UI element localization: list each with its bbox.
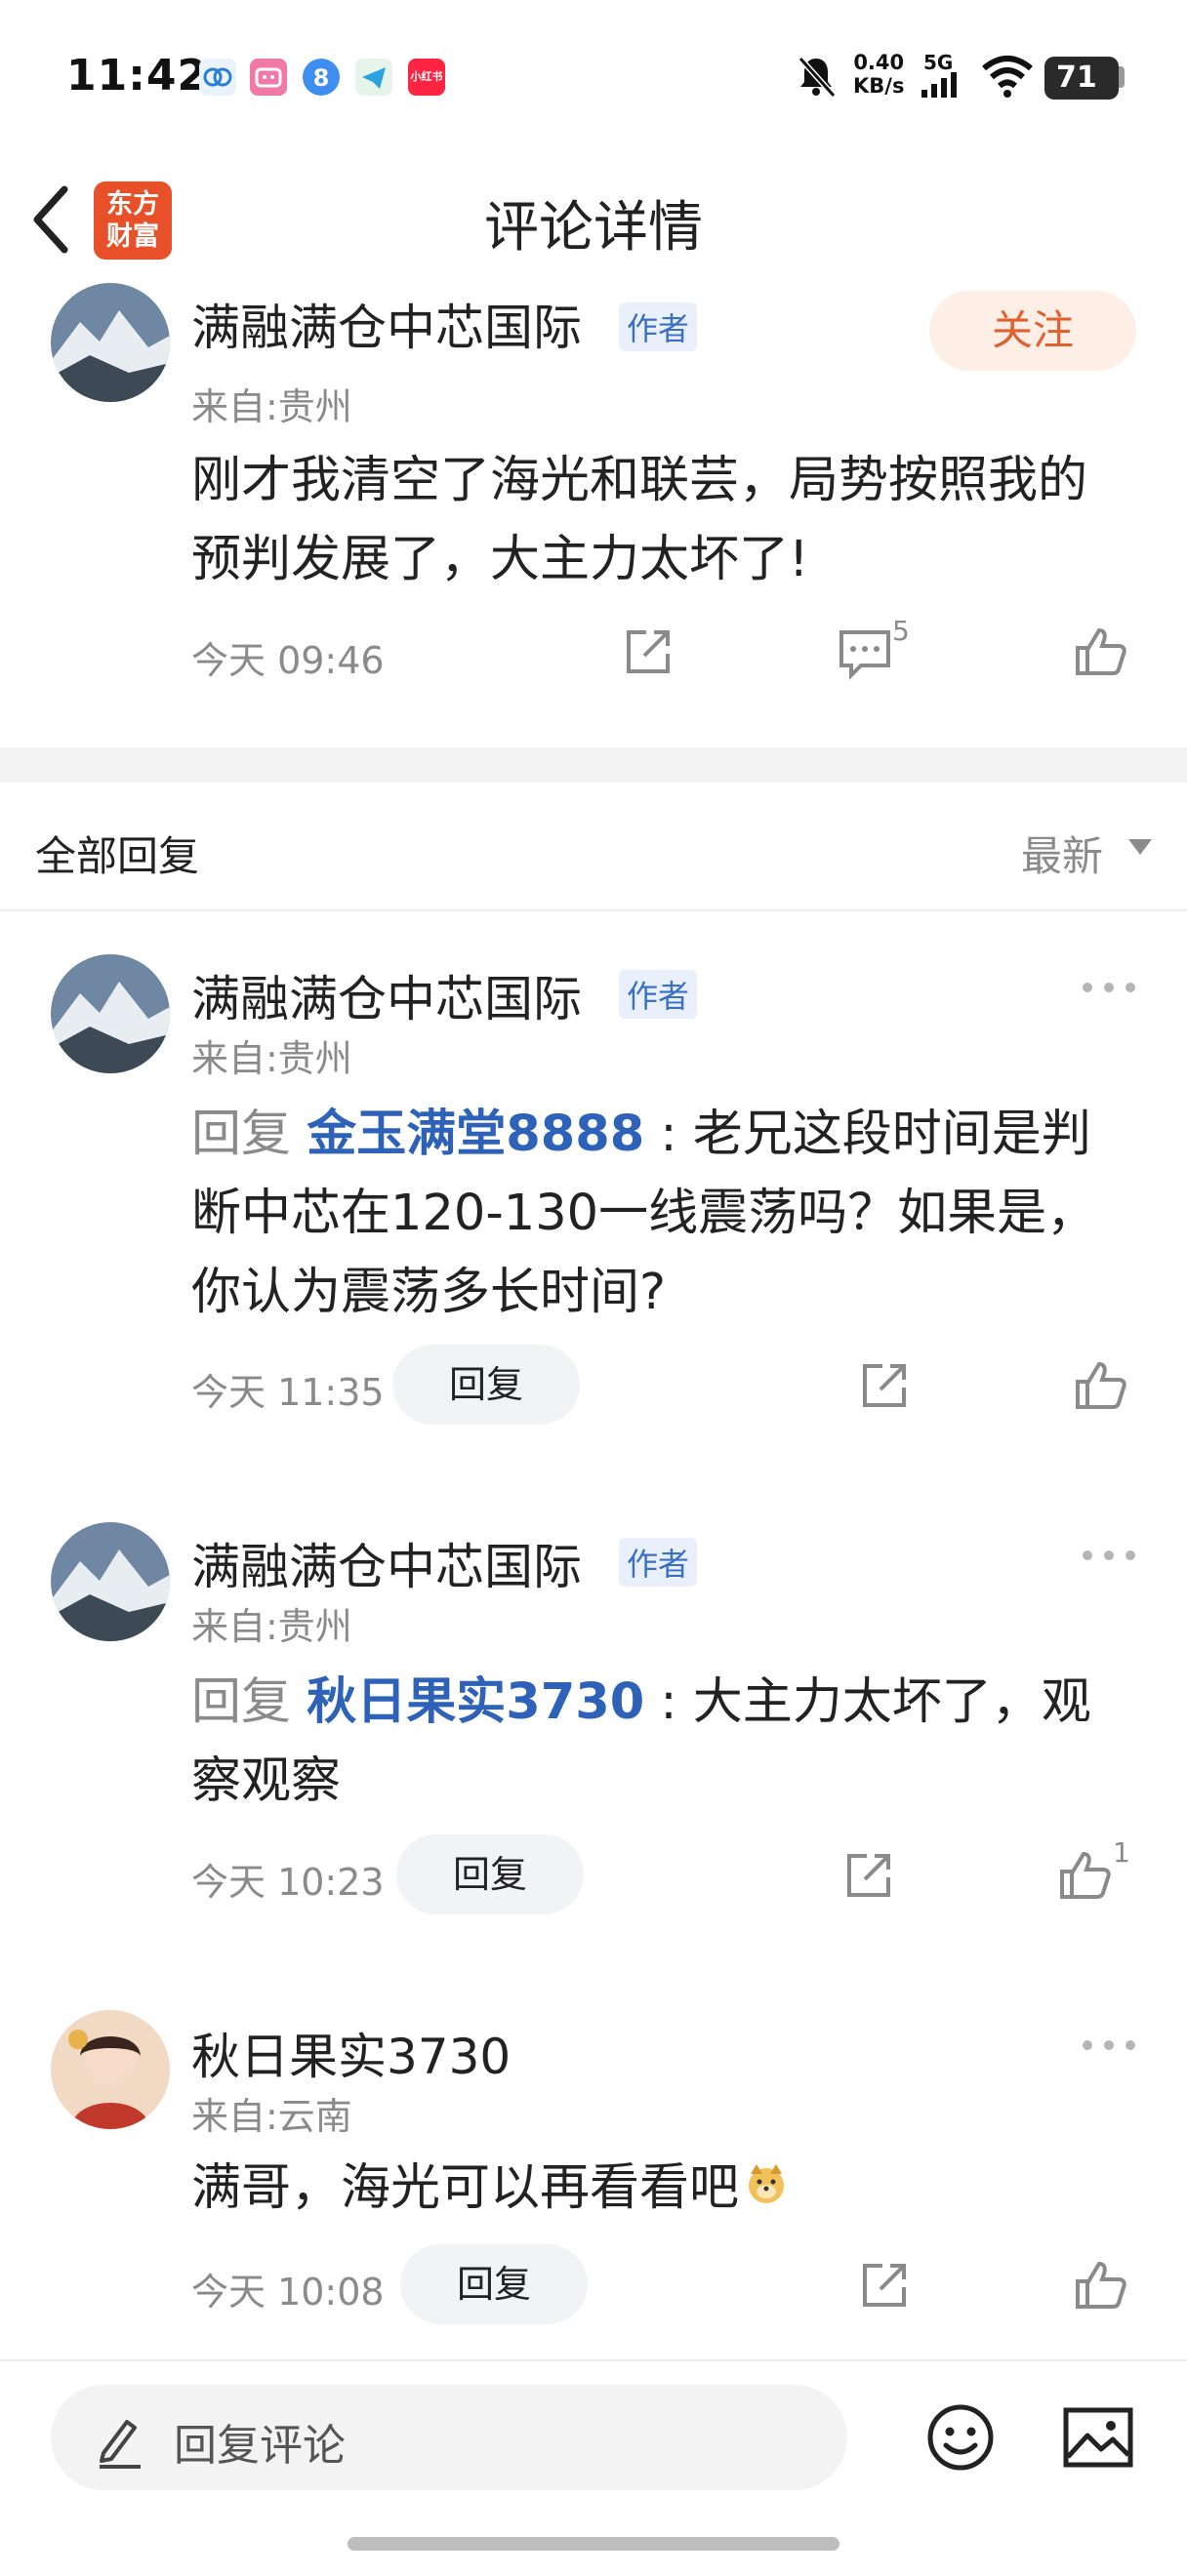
pencil-icon <box>94 2410 146 2473</box>
bilibili-icon <box>250 59 287 96</box>
avatar[interactable] <box>51 954 170 1073</box>
bottom-divider <box>0 2359 1187 2361</box>
reply-input-placeholder[interactable]: 回复评论 <box>174 2410 346 2473</box>
like-icon[interactable] <box>1072 1356 1130 1415</box>
app-icon-1 <box>199 59 236 96</box>
reply-text: 满哥，海光可以再看看吧 <box>191 2149 790 2231</box>
status-time: 11:42 <box>66 51 209 101</box>
battery-level: 71 <box>1044 57 1119 100</box>
like-icon[interactable] <box>1056 1846 1115 1905</box>
reply-text-line: : 老兄这段时间是判 <box>644 1106 1091 1163</box>
reply-line-3: 你认为震荡多长时间? <box>191 1264 667 1321</box>
reply-time: 今天 10:08 <box>191 2271 385 2314</box>
battery-tip <box>1119 66 1125 88</box>
mute-bell-icon <box>795 53 838 103</box>
reply-line-1: 回复 秋日果实3730 : 大主力太坏了，观 <box>191 1663 1128 1742</box>
comment-line-1: 刚才我清空了海光和联芸，局势按照我的 <box>191 452 1088 509</box>
reply-button[interactable]: 回复 <box>392 1345 580 1425</box>
location: 来自:贵州 <box>191 385 352 428</box>
xiaohongshu-icon: 小红书 <box>408 59 445 96</box>
location: 来自:贵州 <box>191 1605 352 1648</box>
username[interactable]: 秋日果实3730 <box>191 2018 511 2088</box>
reply-prefix: 回复 <box>191 1106 292 1163</box>
comment-count: 5 <box>892 615 910 647</box>
avatar[interactable] <box>51 2010 170 2129</box>
reply-line-1: 满哥，海光可以再看看吧 <box>191 2159 740 2217</box>
app-icon-3: 8 <box>303 59 340 96</box>
username[interactable]: 满融满仓中芯国际 <box>191 960 582 1030</box>
telegram-icon <box>355 59 392 96</box>
username[interactable]: 满融满仓中芯国际 <box>191 1528 582 1598</box>
section-divider <box>0 747 1187 783</box>
comment-text: 刚才我清空了海光和联芸，局势按照我的 预判发展了，大主力太坏了! <box>191 441 1087 599</box>
divider <box>0 909 1187 911</box>
username[interactable]: 满融满仓中芯国际 <box>191 289 582 359</box>
author-badge: 作者 <box>619 302 698 351</box>
comment-line-2: 预判发展了，大主力太坏了! <box>191 531 809 588</box>
speed-unit: KB/s <box>853 74 905 98</box>
reply-comment-input[interactable] <box>51 2385 847 2490</box>
share-icon[interactable] <box>855 1356 914 1415</box>
reply-time: 今天 10:23 <box>191 1861 385 1904</box>
avatar[interactable] <box>51 283 170 402</box>
home-indicator[interactable] <box>348 2537 839 2551</box>
svg-text:8: 8 <box>313 64 330 92</box>
image-icon[interactable] <box>1062 2404 1134 2475</box>
share-icon[interactable] <box>839 1846 898 1905</box>
reply-text: 回复 金玉满堂8888 : 老兄这段时间是判 断中芯在120-130一线震荡吗？… <box>191 1095 1128 1332</box>
speed-value: 0.40 <box>853 51 905 74</box>
network-speed: 0.40 KB/s <box>853 51 904 98</box>
location: 来自:贵州 <box>191 1037 352 1080</box>
emoji-icon[interactable] <box>925 2402 996 2476</box>
follow-button[interactable]: 关注 <box>929 291 1136 371</box>
like-icon[interactable] <box>1072 623 1130 681</box>
reply-button[interactable]: 回复 <box>396 1834 584 1914</box>
sort-triangle-icon[interactable] <box>1128 839 1152 855</box>
comment-icon[interactable] <box>836 623 894 681</box>
reply-line-2: 断中芯在120-130一线震荡吗？如果是， <box>191 1185 1097 1242</box>
like-icon[interactable] <box>1072 2256 1130 2314</box>
dog-emoji-icon <box>743 2152 790 2231</box>
reply-text: 回复 秋日果实3730 : 大主力太坏了，观 察观察 <box>191 1663 1128 1821</box>
share-icon[interactable] <box>855 2256 914 2314</box>
like-count: 1 <box>1113 1836 1130 1869</box>
page-title: 评论详情 <box>484 196 703 260</box>
reply-time: 今天 11:35 <box>191 1371 385 1414</box>
reply-prefix: 回复 <box>191 1673 292 1731</box>
reply-line-1: 回复 金玉满堂8888 : 老兄这段时间是判 <box>191 1095 1128 1174</box>
network-type: 5G <box>923 51 954 74</box>
reply-button[interactable]: 回复 <box>400 2244 588 2324</box>
author-badge: 作者 <box>619 1538 698 1587</box>
more-options-icon[interactable] <box>1080 1546 1138 1565</box>
all-replies-title: 全部回复 <box>35 832 200 880</box>
comment-time: 今天 09:46 <box>191 639 385 682</box>
mention-link[interactable]: 金玉满堂8888 <box>307 1106 644 1163</box>
author-badge: 作者 <box>619 970 698 1019</box>
more-options-icon[interactable] <box>1080 2035 1138 2055</box>
reply-line-2: 察观察 <box>191 1752 342 1810</box>
sort-dropdown[interactable]: 最新 <box>1021 824 1103 883</box>
reply-text-line: : 大主力太坏了，观 <box>644 1673 1091 1731</box>
mention-link[interactable]: 秋日果实3730 <box>307 1673 644 1731</box>
wifi-icon <box>980 55 1035 101</box>
more-options-icon[interactable] <box>1080 978 1138 997</box>
share-icon[interactable] <box>619 623 677 681</box>
signal-icon <box>921 72 961 101</box>
location: 来自:云南 <box>191 2095 352 2138</box>
avatar[interactable] <box>51 1522 170 1641</box>
